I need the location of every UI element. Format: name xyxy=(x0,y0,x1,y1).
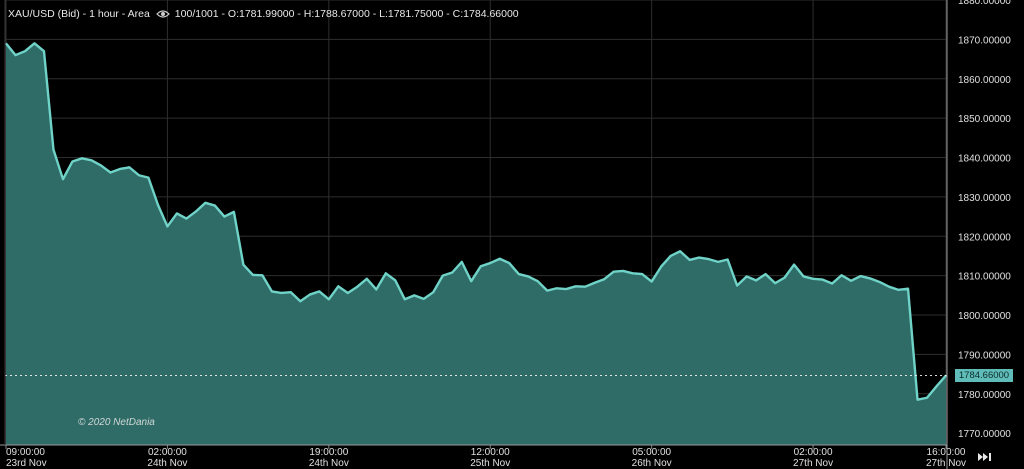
y-tick-label: 1880.00000 xyxy=(958,0,1011,7)
x-tick-date: 27th Nov xyxy=(926,458,966,469)
x-tick-date: 25th Nov xyxy=(470,458,510,469)
price-chart[interactable]: 1770.00000 1780.00000 1790.00000 1800.00000… xyxy=(0,0,1024,469)
y-tick-label: 1790.00000 xyxy=(958,350,1011,361)
x-tick-time: 09:00:00 xyxy=(6,447,45,458)
y-tick-label: 1770.00000 xyxy=(958,429,1011,440)
y-tick-label: 1870.00000 xyxy=(958,35,1011,46)
fast-forward-icon[interactable] xyxy=(973,449,997,465)
price-area-fill xyxy=(6,43,946,445)
x-tick-date: 27th Nov xyxy=(793,458,833,469)
y-tick-label: 1830.00000 xyxy=(958,193,1011,204)
chart-header: XAU/USD (Bid) - 1 hour - Area 100/1001 -… xyxy=(8,4,519,24)
y-tick-label: 1820.00000 xyxy=(958,232,1011,243)
x-tick-date: 26th Nov xyxy=(632,458,672,469)
y-tick-label: 1800.00000 xyxy=(958,311,1011,322)
y-tick-label: 1780.00000 xyxy=(958,390,1011,401)
x-tick-date: 23rd Nov xyxy=(6,458,47,469)
eye-icon[interactable] xyxy=(155,9,170,19)
x-tick-date: 24th Nov xyxy=(309,458,349,469)
y-tick-label: 1850.00000 xyxy=(958,114,1011,125)
x-tick-time: 19:00:00 xyxy=(309,447,348,458)
y-tick-label: 1860.00000 xyxy=(958,75,1011,86)
symbol-label: XAU/USD (Bid) - 1 hour - Area xyxy=(8,8,150,20)
x-tick-date: 24th Nov xyxy=(147,458,187,469)
x-tick-time: 02:00:00 xyxy=(794,447,833,458)
x-tick-time: 16:00:00 xyxy=(927,447,966,458)
x-tick-time: 02:00:00 xyxy=(148,447,187,458)
y-tick-label: 1840.00000 xyxy=(958,154,1011,165)
copyright-text: © 2020 NetDania xyxy=(78,417,155,428)
x-tick-time: 12:00:00 xyxy=(471,447,510,458)
y-tick-label: 1810.00000 xyxy=(958,272,1011,283)
ohlc-readout: 100/1001 - O:1781.99000 - H:1788.67000 -… xyxy=(174,8,519,20)
last-price-badge: 1784.66000 xyxy=(955,369,1013,382)
x-tick-time: 05:00:00 xyxy=(632,447,671,458)
